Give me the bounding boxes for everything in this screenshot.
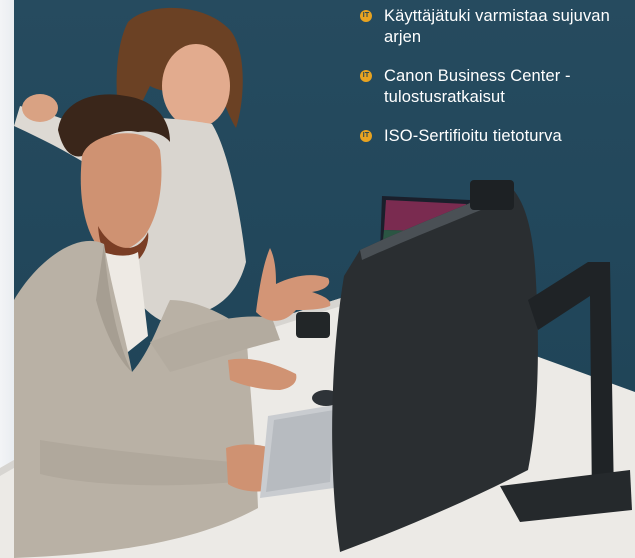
black-device <box>296 312 330 338</box>
feature-text: Käyttäjätuki varmistaa sujuvan arjen <box>384 7 610 46</box>
woman-hand <box>22 94 58 122</box>
keyboard-keys <box>266 410 334 492</box>
badge-glyph: IT <box>362 72 370 79</box>
badge-glyph: IT <box>362 12 370 19</box>
it-badge-icon: IT <box>360 70 372 82</box>
feature-item: IT Canon Business Center -tulostusratkai… <box>360 66 632 108</box>
it-badge-icon: IT <box>360 130 372 142</box>
hero-banner: IT Käyttäjätuki varmistaa sujuvan arjen … <box>0 0 635 558</box>
woman-face <box>162 44 230 128</box>
feature-text: Canon Business Center -tulostusratkaisut <box>384 67 571 106</box>
feature-text: ISO-Sertifioitu tietoturva <box>384 127 562 145</box>
feature-list: IT Käyttäjätuki varmistaa sujuvan arjen … <box>360 6 632 165</box>
feature-item: IT ISO-Sertifioitu tietoturva <box>360 126 632 147</box>
webcam <box>470 180 514 210</box>
feature-item: IT Käyttäjätuki varmistaa sujuvan arjen <box>360 6 632 48</box>
badge-glyph: IT <box>362 132 370 139</box>
it-badge-icon: IT <box>360 10 372 22</box>
